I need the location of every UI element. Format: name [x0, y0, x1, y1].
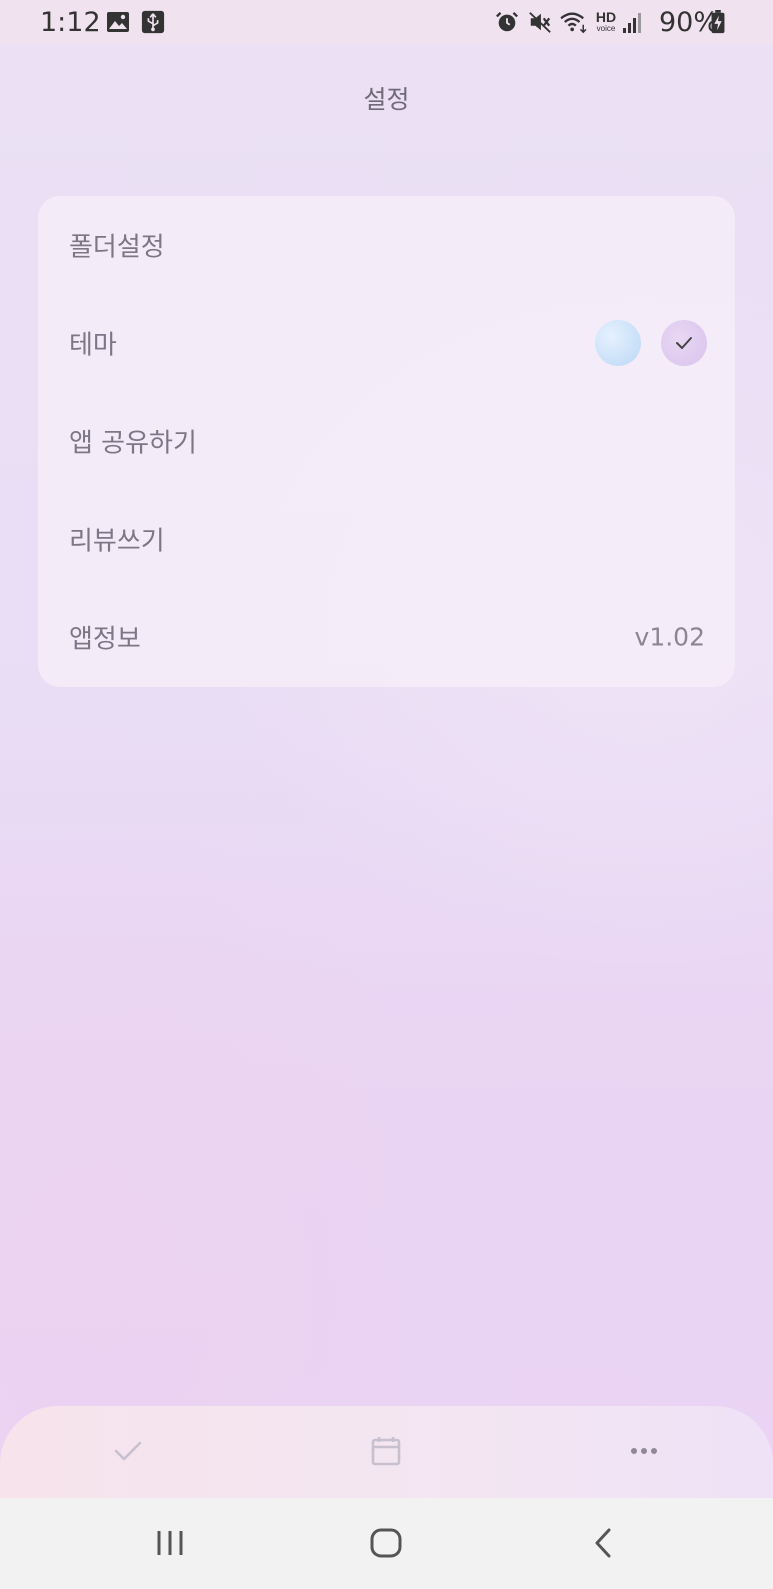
signal-icon [623, 13, 641, 33]
app-version: v1.02 [634, 622, 705, 652]
calendar-icon [371, 1437, 401, 1466]
wifi-icon [560, 12, 587, 34]
tab-todo[interactable] [98, 1426, 158, 1476]
app-info-label: 앱정보 [69, 624, 141, 655]
check-icon [676, 337, 692, 349]
recent-apps-icon [157, 1531, 183, 1555]
theme-swatch-purple[interactable] [661, 320, 707, 366]
status-time: 1:12 [40, 7, 101, 38]
theme-swatch-blue[interactable] [595, 320, 641, 366]
vibrate-icon [529, 12, 551, 33]
share-app-label: 앱 공유하기 [69, 428, 197, 459]
write-review-item[interactable]: 리뷰쓰기 [38, 490, 735, 588]
share-app-item[interactable]: 앱 공유하기 [38, 392, 735, 490]
folder-settings-item[interactable]: 폴더설정 [38, 196, 735, 294]
system-nav-bar [0, 1498, 773, 1589]
more-icon [631, 1448, 657, 1454]
bottom-tab-bar [0, 1406, 773, 1498]
back-button[interactable] [573, 1518, 633, 1568]
home-icon [370, 1528, 402, 1558]
usb-icon [141, 10, 165, 34]
folder-settings-label: 폴더설정 [69, 232, 165, 263]
alarm-icon [496, 11, 518, 32]
check-icon [114, 1441, 142, 1461]
recent-apps-button[interactable] [140, 1518, 200, 1568]
theme-label: 테마 [69, 330, 117, 361]
battery-charging-icon [711, 10, 725, 34]
voice-label: voice [596, 24, 616, 33]
settings-screen: 1:12 HD voice 90% 설정 폴더설정 테마 앱 공유하기 리뷰쓰기… [0, 0, 773, 1589]
status-bar: 1:12 HD voice 90% [0, 0, 773, 44]
tab-calendar[interactable] [356, 1426, 416, 1476]
theme-item[interactable]: 테마 [38, 294, 735, 392]
settings-card: 폴더설정 테마 앱 공유하기 리뷰쓰기 앱정보 v1.02 [38, 196, 735, 687]
image-icon [107, 12, 129, 32]
hd-label: HD [595, 9, 617, 25]
tab-more[interactable] [614, 1426, 674, 1476]
home-button[interactable] [356, 1518, 416, 1568]
page-title: 설정 [363, 85, 410, 114]
hd-voice-icon: HD voice [593, 10, 619, 34]
back-icon [595, 1528, 611, 1558]
app-info-item[interactable]: 앱정보 v1.02 [38, 588, 735, 686]
write-review-label: 리뷰쓰기 [69, 526, 165, 557]
